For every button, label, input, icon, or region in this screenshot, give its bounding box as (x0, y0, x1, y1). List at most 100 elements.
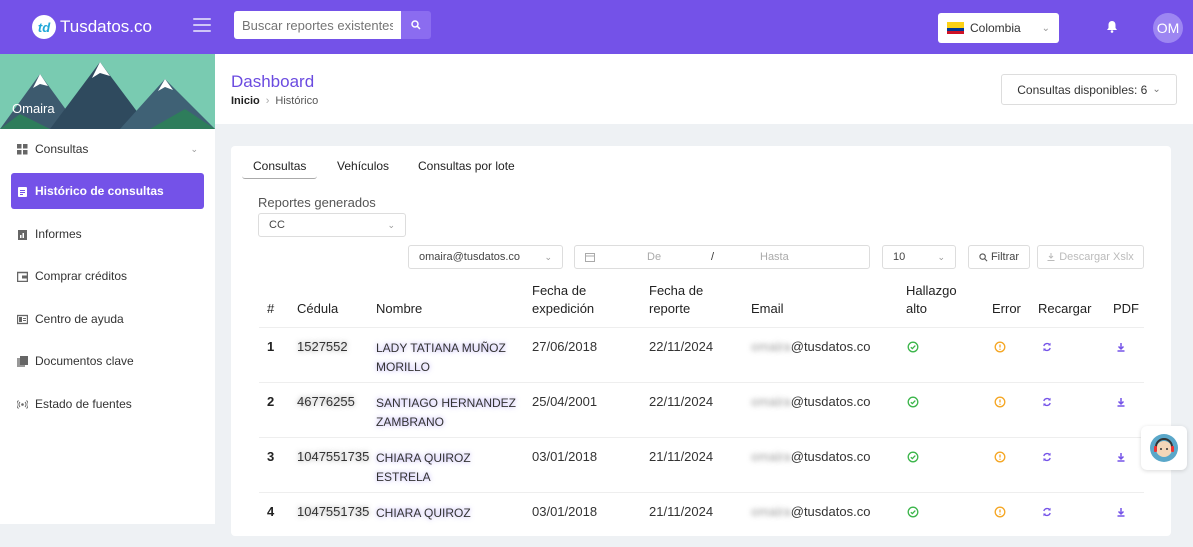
reload-icon[interactable] (1041, 506, 1053, 518)
warning-circle-icon (994, 451, 1006, 463)
reload-icon[interactable] (1041, 341, 1053, 353)
sidebar-item-consultas[interactable]: Consultas ⌄ (11, 131, 204, 167)
fecha-expedicion-cell: 03/01/2018 (532, 449, 598, 464)
book-icon (17, 314, 28, 324)
header-line: Fecha de (532, 283, 587, 298)
warning-circle-icon (994, 341, 1006, 353)
page-title: Dashboard (231, 72, 315, 91)
bell-icon[interactable] (1106, 20, 1118, 33)
available-queries-dropdown[interactable]: Consultas disponibles: 6 ⌄ (1001, 74, 1177, 105)
sidebar-item-label: Documentos clave (35, 354, 134, 368)
email-cell: omaira@tusdatos.co (751, 449, 870, 464)
tab-consultas-lote[interactable]: Consultas por lote (407, 153, 526, 179)
fecha-expedicion-cell: 27/06/2018 (532, 339, 598, 354)
email-user: omaira (751, 449, 791, 464)
table-row: 3 1047551735 CHIARA QUIROZ ESTRELA 03/01/… (259, 437, 1144, 492)
header-line: Fecha de (649, 283, 704, 298)
reload-icon[interactable] (1041, 396, 1053, 408)
nombre-link[interactable]: CHIARA QUIROZ ESTRELA (376, 449, 516, 487)
nombre-link[interactable]: LADY TATIANA MUÑOZ MORILLO (376, 339, 516, 377)
chevron-down-icon: ⌄ (387, 219, 395, 230)
brand-logo[interactable]: td Tusdatos.co (32, 15, 152, 39)
broadcast-icon (17, 399, 28, 409)
download-xlsx-button[interactable]: Descargar Xslx (1037, 245, 1144, 269)
row-number: 2 (267, 394, 275, 409)
tab-consultas[interactable]: Consultas (242, 153, 318, 179)
support-chat-button[interactable] (1141, 426, 1187, 470)
sidebar: Omaira Consultas ⌄ Histórico de consulta… (0, 54, 215, 524)
col-header-error: Error (992, 301, 1021, 316)
nombre-line: SANTIAGO HERNANDEZ (376, 396, 517, 410)
email-cell: omaira@tusdatos.co (751, 504, 870, 519)
country-select[interactable]: Colombia ⌄ (938, 13, 1059, 43)
email-user: omaira (751, 504, 791, 519)
email-user: omaira (751, 339, 791, 354)
email-filter-select[interactable]: omaira@tusdatos.co ⌄ (408, 245, 563, 269)
fecha-expedicion-cell: 25/04/2001 (532, 394, 598, 409)
nombre-link[interactable]: SANTIAGO HERNANDEZ ZAMBRANO (376, 394, 516, 432)
email-domain: @tusdatos.co (790, 504, 871, 519)
history-card: Consultas Vehículos Consultas por lote R… (231, 146, 1171, 536)
download-icon (1047, 253, 1055, 261)
fecha-reporte-cell: 22/11/2024 (649, 394, 714, 409)
chevron-down-icon: ⌄ (544, 251, 552, 262)
breadcrumb-home[interactable]: Inicio (231, 95, 260, 107)
profile-banner: Omaira (0, 54, 215, 129)
logo-mark: td (32, 15, 56, 39)
header-line: alto (906, 301, 927, 316)
nombre-line: CHIARA QUIROZ (376, 506, 471, 520)
download-pdf-icon[interactable] (1115, 396, 1127, 408)
calendar-icon (585, 253, 595, 262)
doc-type-value: CC (269, 219, 285, 231)
search-button[interactable] (401, 11, 431, 39)
user-avatar[interactable]: OM (1153, 13, 1183, 43)
sidebar-item-centro-ayuda[interactable]: Centro de ayuda (11, 301, 204, 337)
chevron-down-icon: ⌄ (190, 143, 198, 154)
email-cell: omaira@tusdatos.co (751, 394, 870, 409)
date-range-picker[interactable]: De / Hasta (574, 245, 870, 269)
sidebar-item-comprar-creditos[interactable]: Comprar créditos (11, 258, 204, 294)
page-size-value: 10 (893, 251, 906, 263)
col-header-num: # (267, 301, 275, 316)
tab-vehiculos[interactable]: Vehículos (326, 153, 400, 179)
clipboard-icon (18, 186, 27, 197)
email-domain: @tusdatos.co (790, 449, 871, 464)
sidebar-item-label: Informes (35, 227, 82, 241)
date-from-placeholder[interactable]: De (647, 251, 661, 263)
warning-circle-icon (994, 506, 1006, 518)
sidebar-item-documentos-clave[interactable]: Documentos clave (11, 343, 204, 379)
country-label: Colombia (970, 21, 1021, 35)
reload-icon[interactable] (1041, 451, 1053, 463)
email-user: omaira (751, 394, 791, 409)
table-row: 1 1527552 LADY TATIANA MUÑOZ MORILLO 27/0… (259, 327, 1144, 382)
grid-icon (17, 143, 28, 154)
doc-type-select[interactable]: CC ⌄ (258, 213, 406, 237)
table-row: 4 1047551735 CHIARA QUIROZ 03/01/2018 21… (259, 492, 1144, 547)
nombre-link[interactable]: CHIARA QUIROZ (376, 504, 516, 523)
search-icon (411, 20, 421, 30)
sidebar-item-estado-fuentes[interactable]: Estado de fuentes (11, 386, 204, 422)
sidebar-item-historico[interactable]: Histórico de consultas (11, 173, 204, 209)
col-header-nombre: Nombre (376, 301, 423, 316)
menu-toggle-icon[interactable] (193, 18, 211, 32)
search-input[interactable] (234, 11, 401, 39)
available-queries-label: Consultas disponibles: 6 (1017, 82, 1148, 97)
download-pdf-icon[interactable] (1115, 506, 1127, 518)
filter-button[interactable]: Filtrar (968, 245, 1030, 269)
nombre-line: MORILLO (376, 360, 431, 374)
download-pdf-icon[interactable] (1115, 341, 1127, 353)
wallet-icon (17, 271, 28, 282)
documents-icon (17, 355, 28, 367)
download-pdf-icon[interactable] (1115, 451, 1127, 463)
date-to-placeholder[interactable]: Hasta (760, 251, 789, 263)
cedula-cell: 46776255 (297, 394, 355, 409)
cedula-cell: 1047551735 (297, 449, 370, 464)
check-circle-icon (907, 341, 919, 353)
fecha-reporte-cell: 22/11/2024 (649, 339, 714, 354)
chevron-right-icon: › (265, 95, 270, 107)
sidebar-item-informes[interactable]: Informes (11, 216, 204, 252)
page-size-select[interactable]: 10 ⌄ (882, 245, 956, 269)
nombre-line: CHIARA QUIROZ (376, 451, 471, 465)
report-icon (18, 229, 27, 240)
email-domain: @tusdatos.co (790, 339, 871, 354)
